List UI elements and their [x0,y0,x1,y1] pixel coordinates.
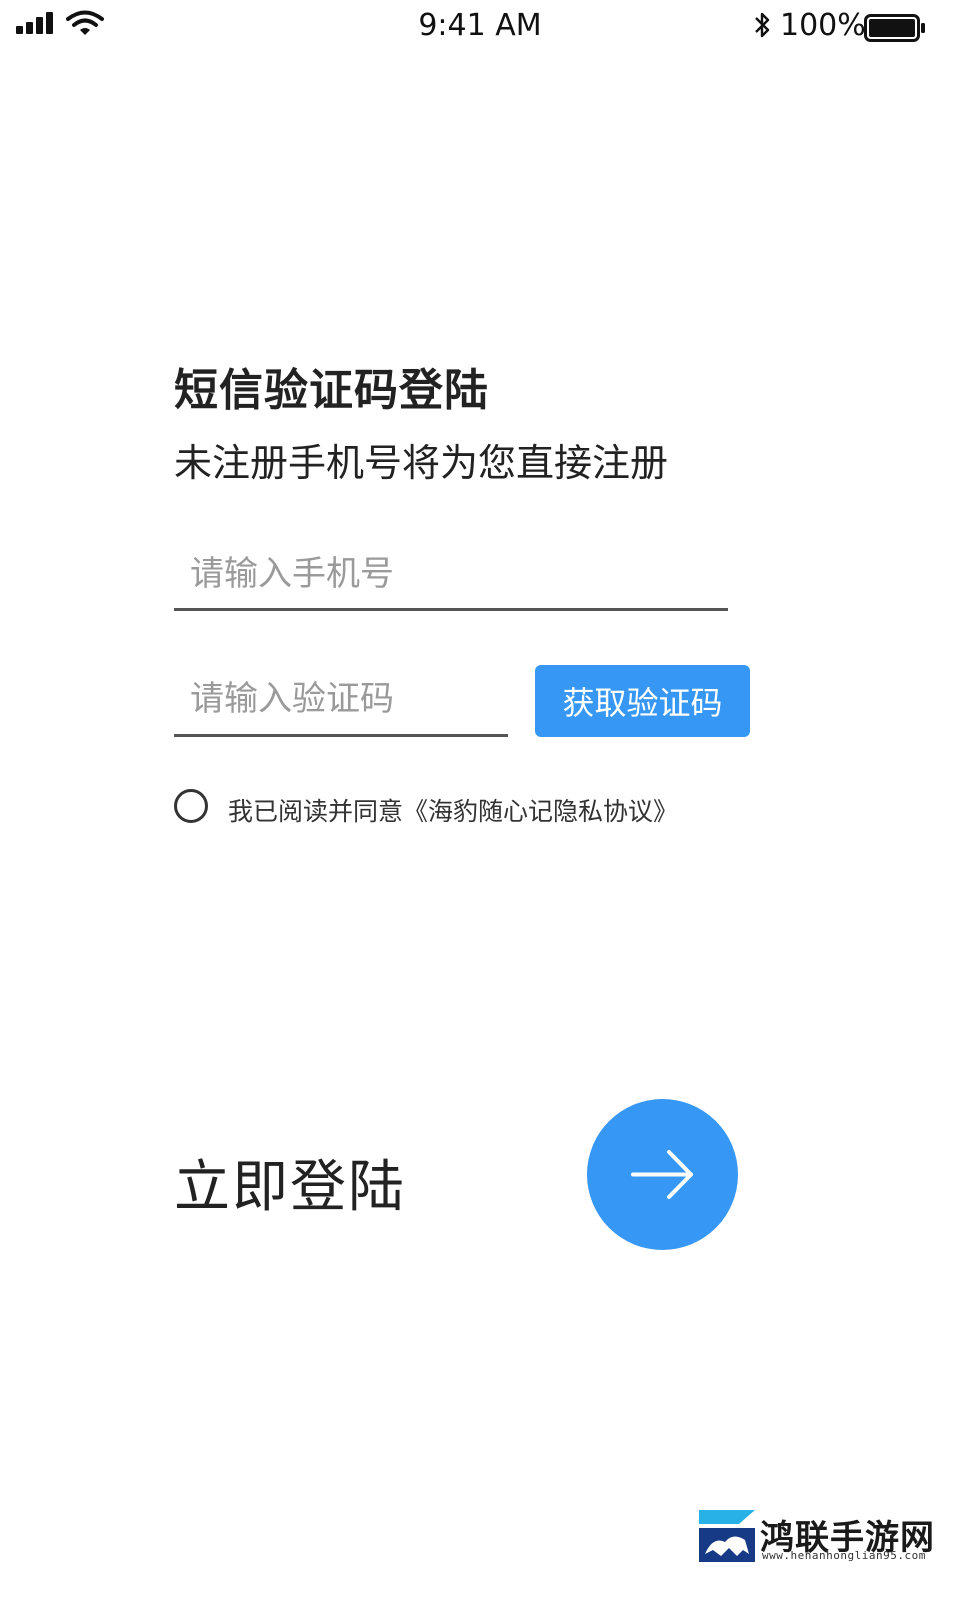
arrow-right-icon [631,1150,693,1199]
page-subtitle: 未注册手机号将为您直接注册 [174,441,669,485]
login-label: 立即登陆 [174,1155,406,1220]
phone-input[interactable] [174,540,728,611]
page-title: 短信验证码登陆 [174,365,489,416]
bluetooth-icon [755,12,770,38]
agreement-text[interactable]: 我已阅读并同意《海豹随心记隐私协议》 [228,792,678,828]
login-submit-button[interactable] [587,1099,738,1250]
status-bar: 9:41 AM 100% [0,0,960,56]
get-code-button[interactable]: 获取验证码 [535,665,750,737]
agreement-checkbox[interactable] [174,789,208,823]
battery-icon [864,14,925,42]
battery-percent: 100% [780,8,866,43]
verification-code-input[interactable] [174,664,508,737]
watermark-logo [699,1510,755,1562]
watermark-url: www.henanhonglian95.com [762,1549,926,1562]
